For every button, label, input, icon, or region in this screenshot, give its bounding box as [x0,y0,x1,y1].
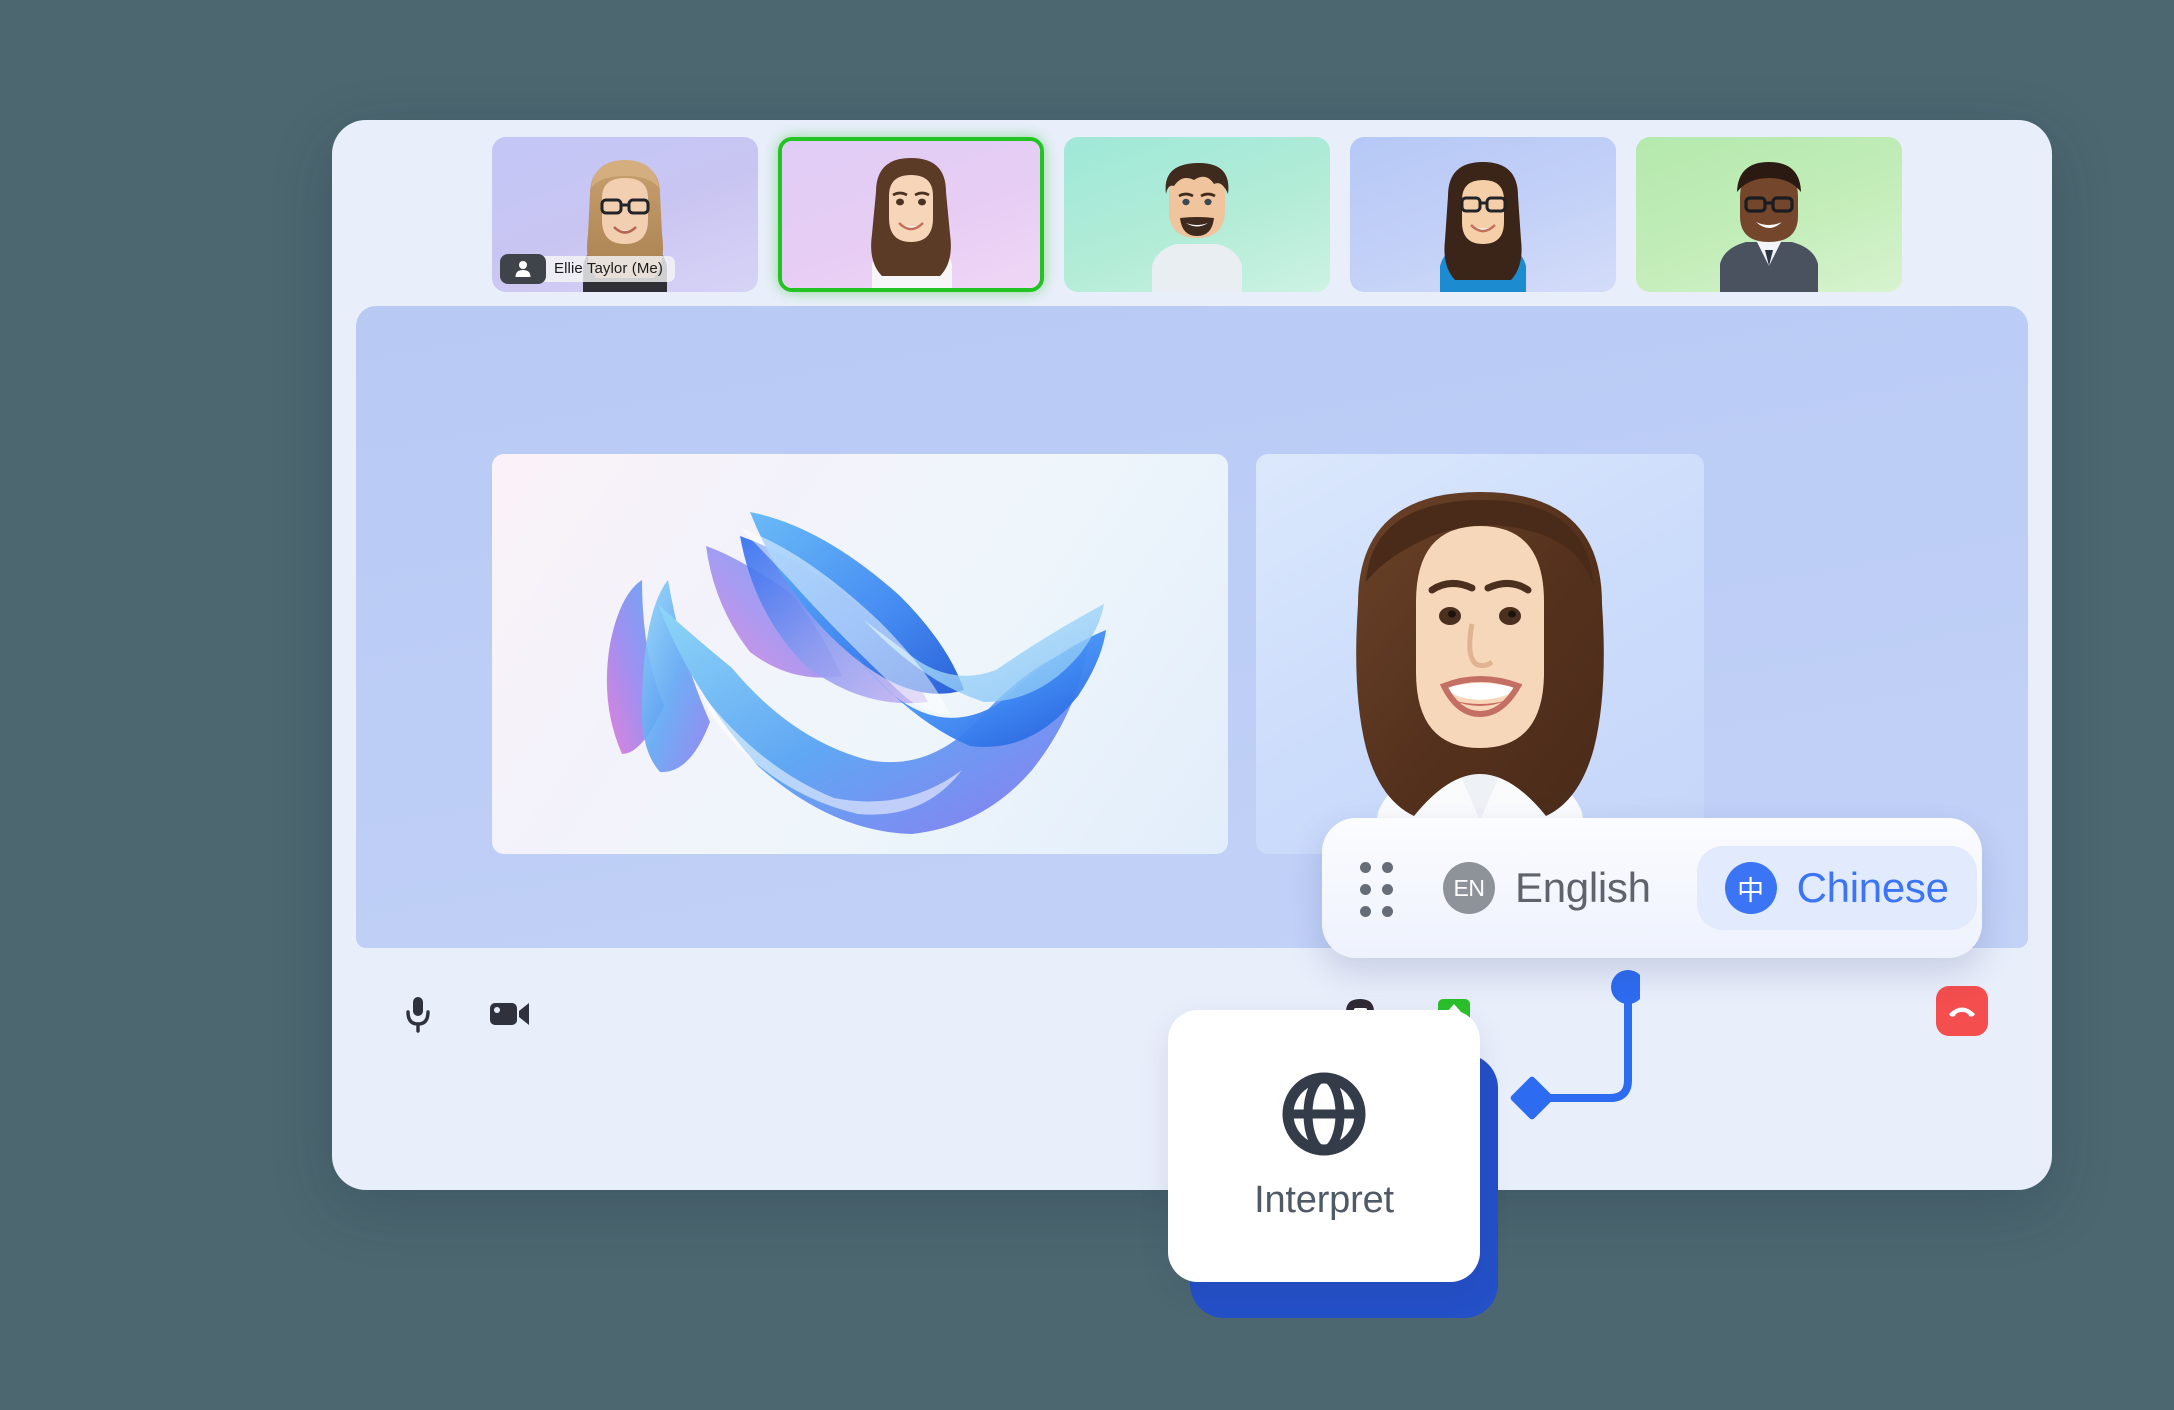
end-call-button[interactable] [1936,986,1988,1036]
participant-thumbnail[interactable] [1064,136,1330,292]
shared-screen-content [606,512,1106,834]
interpret-button[interactable]: Interpret [1168,1010,1480,1282]
drag-dot [1360,884,1371,895]
drag-dot [1382,906,1393,917]
toolbar-left-group [390,986,538,1042]
drag-dot [1360,906,1371,917]
microphone-button[interactable] [390,986,446,1042]
interpret-feature-callout: Interpret [1168,1010,1518,1330]
camera-button[interactable] [482,986,538,1042]
self-name-badge: Ellie Taylor (Me) [500,253,675,284]
drag-dot [1360,862,1371,873]
active-speaker-video[interactable] [1256,454,1704,854]
interpretation-language-bar: EN English 中 Chinese [1322,818,1982,958]
drag-dot [1382,884,1393,895]
language-badge-zh: 中 [1724,862,1777,914]
language-label-english: English [1515,864,1651,911]
participant-thumbnail[interactable]: Ellie Taylor (Me) [492,136,758,292]
participant-thumbnail[interactable] [1636,136,1902,292]
video-camera-icon [490,1003,529,1025]
microphone-icon [406,997,430,1033]
language-label-chinese: Chinese [1796,864,1949,911]
participant-thumbnail-active[interactable] [778,136,1044,292]
participant-name-label: Ellie Taylor (Me) [538,255,675,282]
language-badge-en: EN [1443,862,1495,914]
participant-avatar-5 [1720,161,1818,292]
language-option-chinese[interactable]: 中 Chinese [1696,846,1977,930]
toolbar-right-group [1936,986,1988,1036]
shared-screen-panel[interactable] [492,454,1228,854]
globe-icon [1282,1072,1366,1155]
language-option-english[interactable]: EN English [1415,846,1679,930]
person-icon [500,253,546,284]
participant-avatar-4 [1440,161,1526,292]
participant-filmstrip: Ellie Taylor (Me) [332,120,2052,308]
participant-thumbnail[interactable] [1350,136,1616,292]
drag-handle-icon[interactable] [1360,862,1393,917]
participant-avatar-2 [871,157,952,288]
end-call-icon [1949,1007,1975,1017]
connector-line [1510,970,1640,1120]
participant-avatar-3 [1152,162,1242,292]
speaker-portrait [1356,492,1604,854]
connector-endpoint-dot [1611,970,1640,1004]
drag-dot [1382,862,1393,873]
interpret-label: Interpret [1254,1178,1394,1221]
